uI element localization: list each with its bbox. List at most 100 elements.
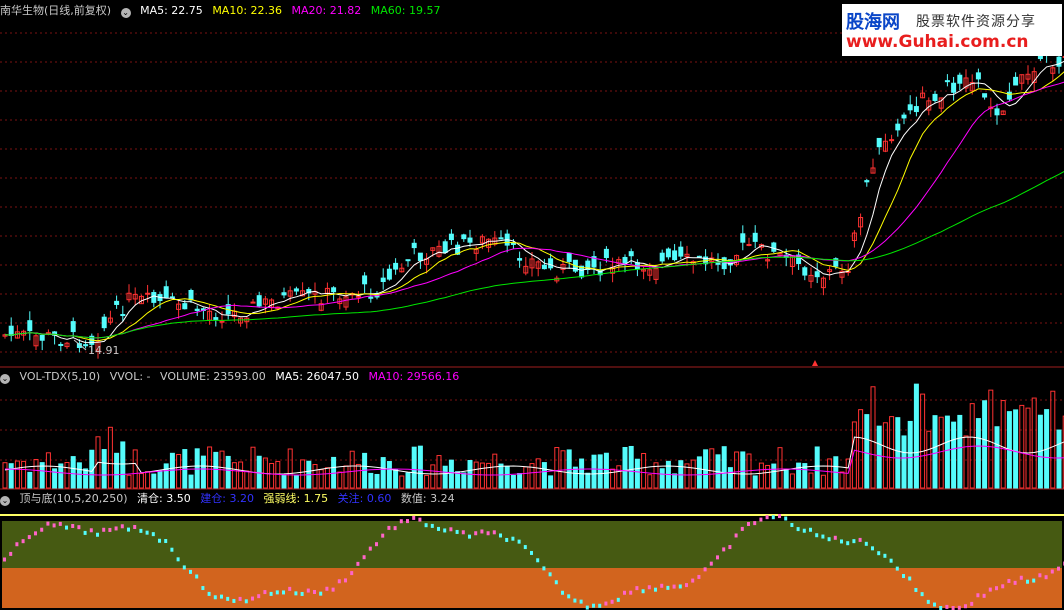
- candle-body: [603, 248, 609, 259]
- indicator-panel-header: ⌄ 顶与底(10,5,20,250) 清仓: 3.50 建仓: 3.20 强弱线…: [0, 491, 461, 507]
- oscillator-bar: [257, 594, 261, 599]
- volume-bar: [994, 426, 1000, 489]
- volume-bar: [393, 469, 399, 489]
- volume-bar: [1013, 409, 1019, 489]
- oscillator-bar: [46, 521, 50, 526]
- volume-bar: [858, 409, 864, 489]
- volume-bar: [771, 463, 777, 489]
- circle-chevron-icon[interactable]: ⌄: [120, 8, 131, 18]
- candle-body: [39, 334, 45, 341]
- oscillator-bar: [604, 601, 608, 606]
- volume-bar: [882, 422, 888, 489]
- volume-bar: [870, 386, 876, 489]
- volume-bar: [895, 417, 901, 489]
- vvol-value: VVOL: -: [109, 370, 151, 383]
- candle-body: [213, 317, 219, 320]
- oscillator-bar: [319, 591, 323, 596]
- volume-bar: [76, 462, 82, 489]
- candle-body: [8, 325, 14, 336]
- candle-body: [975, 72, 981, 80]
- candle-body: [368, 296, 374, 299]
- volume-bar: [455, 471, 461, 489]
- oscillator-bar: [517, 539, 521, 544]
- oscillator-bar: [1032, 578, 1036, 583]
- candle-body: [386, 268, 392, 280]
- oscillator-bar: [468, 534, 471, 539]
- oscillator-bar: [133, 524, 137, 529]
- volume-bar: [672, 473, 678, 489]
- volume-bar: [8, 463, 14, 489]
- volume-bar: [188, 474, 194, 489]
- oscillator-bar: [685, 583, 688, 588]
- oscillator-bar: [815, 533, 819, 538]
- oscillator-bar: [306, 588, 310, 593]
- volume-bar: [690, 459, 696, 489]
- oscillator-bar: [548, 572, 552, 577]
- volume-bar: [1019, 404, 1025, 489]
- volume-bar: [975, 418, 981, 489]
- volume-bar: [820, 474, 826, 489]
- volume-bar: [517, 472, 523, 489]
- oscillator-bar: [437, 526, 440, 531]
- volume-bar: [839, 471, 845, 489]
- oscillator-bar: [182, 565, 186, 570]
- volume-bar: [448, 459, 454, 489]
- candle-body: [101, 316, 107, 329]
- oscillator-bar: [449, 527, 453, 532]
- candle-body: [740, 233, 746, 243]
- oscillator-bar: [189, 569, 192, 574]
- candle-body: [771, 242, 777, 252]
- candle-body: [696, 255, 702, 258]
- oscillator-bar: [951, 606, 955, 610]
- oscillator-bar: [418, 517, 422, 522]
- oscillator-bar: [970, 601, 974, 606]
- oscillator-bar: [976, 593, 980, 598]
- oscillator-bar: [840, 539, 843, 544]
- volume-bar: [417, 445, 423, 489]
- oscillator-bar: [790, 523, 794, 528]
- oscillator-bar: [945, 604, 949, 609]
- candle-body: [944, 80, 950, 83]
- circle-chevron-icon[interactable]: ⌄: [0, 496, 10, 506]
- ind-name: 顶与底(10,5,20,250): [19, 492, 128, 505]
- oscillator-bar: [728, 545, 732, 550]
- oscillator-bar: [592, 603, 595, 608]
- volume-bar: [64, 461, 70, 489]
- kline-chart[interactable]: [0, 0, 1064, 610]
- volume-bar: [678, 460, 684, 489]
- oscillator-bar: [654, 587, 657, 592]
- volume-bar: [287, 448, 293, 489]
- oscillator-bar: [802, 528, 806, 533]
- candle-body: [814, 271, 820, 278]
- oscillator-bar: [579, 599, 583, 604]
- volume-bar: [572, 466, 578, 489]
- volume-bar: [752, 475, 758, 489]
- volume-bar: [83, 468, 89, 489]
- candle-body: [188, 289, 194, 301]
- volume-bar: [864, 414, 870, 489]
- ma20-value: MA20: 21.82: [291, 4, 362, 17]
- oscillator-bar: [393, 526, 397, 531]
- oscillator-bar: [145, 530, 149, 535]
- volume-bar: [213, 451, 219, 489]
- ma10-line: [4, 71, 1064, 342]
- oscillator-bar: [362, 555, 366, 560]
- volume-bar: [789, 473, 795, 489]
- candle-body: [355, 295, 361, 298]
- oscillator-bar: [722, 547, 726, 552]
- oscillator-bar: [691, 578, 695, 583]
- volume-bar: [585, 472, 591, 489]
- volume-bar: [120, 441, 126, 489]
- volume-bar: [907, 420, 913, 489]
- oscillator-bar: [77, 525, 81, 530]
- oscillator-bar: [486, 531, 490, 536]
- ma5-line: [4, 60, 1064, 344]
- oscillator-bar: [647, 585, 651, 590]
- volume-bar: [269, 462, 275, 489]
- circle-chevron-icon[interactable]: ⌄: [0, 374, 10, 384]
- candle-body: [362, 275, 368, 285]
- candle-body: [951, 82, 957, 93]
- oscillator-bar: [1013, 580, 1017, 585]
- oscillator-bar: [300, 591, 304, 596]
- vol-ma5-value: MA5: 26047.50: [275, 370, 359, 383]
